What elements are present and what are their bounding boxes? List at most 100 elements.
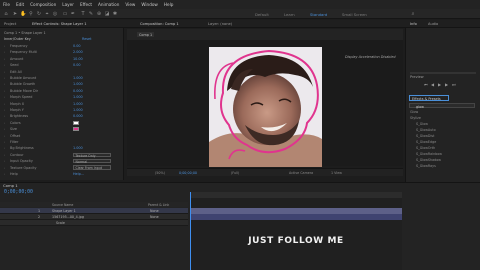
resolution-dropdown[interactable]: (Full) xyxy=(231,171,239,175)
workspace-standard[interactable]: Standard xyxy=(310,12,327,17)
pan-behind-tool-icon[interactable]: ◎ xyxy=(52,11,58,17)
effect-property-row[interactable]: › Morph Speed 1.000 xyxy=(4,95,120,100)
menu-animation[interactable]: Animation xyxy=(98,2,119,7)
twirl-arrow-icon[interactable]: › xyxy=(4,63,5,67)
timeline-current-time[interactable]: 0;00;00;00 xyxy=(4,190,33,195)
clone-tool-icon[interactable]: ⊕ xyxy=(96,11,102,17)
search-icon[interactable]: ⌕ xyxy=(410,11,416,17)
home-icon[interactable]: ⌂ xyxy=(3,11,9,17)
effect-property-row[interactable]: › Frequency Multi 2.000 xyxy=(4,50,120,55)
effect-property-dropdown[interactable]: Normal xyxy=(73,158,111,164)
pen-tool-icon[interactable]: ✒ xyxy=(70,11,76,17)
tab-audio[interactable]: Audio xyxy=(428,22,438,26)
menu-window[interactable]: Window xyxy=(141,2,158,7)
menu-view[interactable]: View xyxy=(125,2,135,7)
twirl-arrow-icon[interactable]: › xyxy=(4,134,5,138)
camera-tool-icon[interactable]: ⌖ xyxy=(44,11,50,17)
twirl-arrow-icon[interactable]: › xyxy=(4,127,5,131)
twirl-arrow-icon[interactable]: › xyxy=(4,140,5,144)
effect-property-value[interactable]: 0.000 xyxy=(73,89,83,93)
eraser-tool-icon[interactable]: ◪ xyxy=(104,11,110,17)
twirl-arrow-icon[interactable]: › xyxy=(4,44,5,48)
puppet-tool-icon[interactable]: ✱ xyxy=(112,11,118,17)
selection-tool-icon[interactable]: ➤ xyxy=(12,11,18,17)
effect-property-value[interactable]: 0.000 xyxy=(73,114,83,118)
first-frame-icon[interactable]: ⏮ xyxy=(424,82,428,87)
effect-property-dropdown[interactable]: Texture Only xyxy=(73,152,111,157)
effect-property-row[interactable]: › Frequency 0.00 xyxy=(4,44,120,49)
workspace-small-screen[interactable]: Small Screen xyxy=(342,12,367,17)
type-tool-icon[interactable]: T xyxy=(80,11,86,17)
playhead[interactable] xyxy=(190,192,191,270)
twirl-arrow-icon[interactable]: › xyxy=(4,89,5,93)
effect-property-value[interactable]: 1.000 xyxy=(73,76,83,80)
effect-property-row[interactable]: › Amount 10.00 xyxy=(4,57,120,62)
effects-list-item[interactable]: Stylize xyxy=(410,116,421,120)
effects-list-item[interactable]: Glow xyxy=(410,110,418,114)
effects-list-item[interactable]: S_GlowEdge xyxy=(416,140,436,144)
twirl-arrow-icon[interactable]: › xyxy=(4,50,5,54)
camera-dropdown[interactable]: Active Camera xyxy=(289,171,313,175)
time-ruler[interactable] xyxy=(190,192,402,198)
workspace-learn[interactable]: Learn xyxy=(284,12,295,17)
effect-property-value[interactable]: 2.000 xyxy=(73,50,83,54)
effects-list-item[interactable]: S_Glow xyxy=(416,122,428,126)
twirl-arrow-icon[interactable]: › xyxy=(4,95,5,99)
timeline-property-row[interactable]: Scale xyxy=(0,220,188,226)
effects-list-item[interactable]: S_GlowRays xyxy=(416,164,436,168)
last-frame-icon[interactable]: ⏭ xyxy=(452,82,456,87)
effect-property-value[interactable]: 1.000 xyxy=(73,108,83,112)
layer-name[interactable]: 1567195...00_4.jpg xyxy=(52,215,84,219)
twirl-arrow-icon[interactable]: › xyxy=(4,153,5,157)
effect-property-row[interactable]: › Filter xyxy=(4,140,120,145)
property-name[interactable]: Scale xyxy=(56,221,65,225)
menu-effect[interactable]: Effect xyxy=(80,2,92,7)
twirl-arrow-icon[interactable]: › xyxy=(4,166,5,170)
color-swatch[interactable] xyxy=(73,121,79,126)
tab-layer[interactable]: Layer: (none) xyxy=(208,22,232,26)
preview-panel-title[interactable]: Preview xyxy=(410,75,424,79)
effect-property-row[interactable]: › Size xyxy=(4,127,120,132)
effect-property-value[interactable]: Help... xyxy=(73,172,84,176)
layer-parent[interactable]: None xyxy=(150,209,159,213)
effect-property-row[interactable]: › Texture Opacity Clear From Input xyxy=(4,165,120,171)
effects-list-item[interactable]: S_GlowShadow xyxy=(416,158,441,162)
tab-info[interactable]: Info xyxy=(410,22,417,26)
effect-property-row[interactable]: › Seed 0.00 xyxy=(4,63,120,68)
brush-tool-icon[interactable]: ✎ xyxy=(88,11,94,17)
viewer-timecode[interactable]: 0;00;00;00 xyxy=(179,171,197,175)
twirl-arrow-icon[interactable]: › xyxy=(4,108,5,112)
twirl-arrow-icon[interactable]: › xyxy=(4,70,5,74)
effect-property-row[interactable]: › Help Help... xyxy=(4,172,120,177)
twirl-arrow-icon[interactable]: › xyxy=(4,172,5,176)
menu-edit[interactable]: Edit xyxy=(16,2,24,7)
rectangle-tool-icon[interactable]: ▭ xyxy=(62,11,68,17)
effect-property-row[interactable]: › Colors xyxy=(4,121,120,126)
timeline-track-area[interactable] xyxy=(190,193,402,270)
view-layout-dropdown[interactable]: 1 View xyxy=(331,171,342,175)
twirl-arrow-icon[interactable]: › xyxy=(4,82,5,86)
play-icon[interactable]: ▶ xyxy=(438,82,441,87)
effect-name[interactable]: Inner/Outer Key xyxy=(4,37,31,41)
effects-list-item[interactable]: S_GlowAuto xyxy=(416,128,436,132)
effects-search-input[interactable]: glow xyxy=(409,103,475,109)
composition-frame[interactable] xyxy=(209,47,322,167)
layer-parent[interactable]: None xyxy=(150,215,159,219)
effect-property-row[interactable]: › Offset xyxy=(4,134,120,139)
reset-button[interactable]: Reset xyxy=(82,37,91,41)
layer-duration-bar[interactable] xyxy=(190,214,402,220)
effect-property-row[interactable]: › Input Opacity Normal xyxy=(4,158,120,164)
column-source-name[interactable]: Source Name xyxy=(52,203,73,207)
workspace-default[interactable]: Default xyxy=(255,12,269,17)
effect-property-row[interactable]: › Edit All xyxy=(4,70,120,75)
effect-property-value[interactable]: 0.00 xyxy=(73,63,81,67)
twirl-arrow-icon[interactable]: › xyxy=(4,121,5,125)
comp-subtab[interactable]: Comp 1 xyxy=(137,32,155,37)
effects-list-item[interactable]: S_GlowRainbow xyxy=(416,152,442,156)
effects-presets-tab[interactable]: Effects & Presets xyxy=(409,95,449,101)
effect-property-row[interactable]: › Bubble Amount 1.000 xyxy=(4,76,120,81)
menu-layer[interactable]: Layer xyxy=(62,2,74,7)
twirl-arrow-icon[interactable]: › xyxy=(4,146,5,150)
effect-property-value[interactable]: 10.00 xyxy=(73,57,83,61)
hand-tool-icon[interactable]: ✋ xyxy=(20,11,26,17)
